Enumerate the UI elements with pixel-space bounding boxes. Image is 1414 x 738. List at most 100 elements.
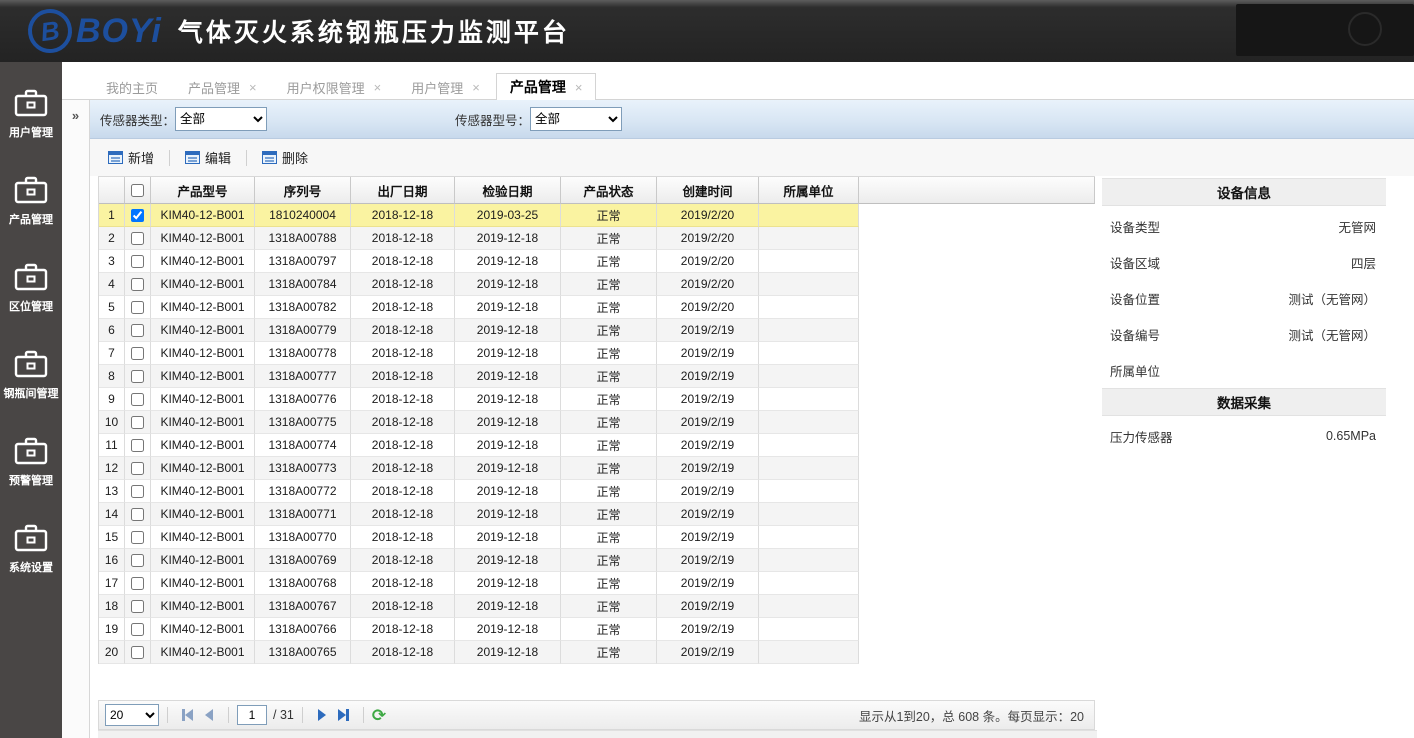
select-all-checkbox[interactable] <box>131 184 144 197</box>
collapse-panel-toggle[interactable]: » <box>62 100 90 738</box>
tab-close-icon[interactable]: × <box>575 80 583 95</box>
table-row[interactable]: 16 KIM40-12-B001 1318A00769 2018-12-18 2… <box>99 549 1095 572</box>
table-row[interactable]: 15 KIM40-12-B001 1318A00770 2018-12-18 2… <box>99 526 1095 549</box>
row-checkbox[interactable] <box>131 554 144 567</box>
row-checkbox[interactable] <box>131 485 144 498</box>
row-checkbox[interactable] <box>131 531 144 544</box>
table-row[interactable]: 1 KIM40-12-B001 1810240004 2018-12-18 20… <box>99 204 1095 227</box>
row-checkbox[interactable] <box>131 462 144 475</box>
sensor-model-select[interactable]: 全部 <box>530 107 622 131</box>
page-number-input[interactable] <box>237 705 267 725</box>
row-checkbox[interactable] <box>131 393 144 406</box>
refresh-icon[interactable]: ⟳ <box>372 707 386 724</box>
row-checkbox[interactable] <box>131 209 144 222</box>
row-checkbox[interactable] <box>131 623 144 636</box>
horizontal-scrollbar[interactable] <box>98 730 1097 738</box>
cell-serial: 1318A00766 <box>255 618 351 641</box>
sidebar-item-4[interactable]: 预警管理 <box>0 436 62 523</box>
row-checkbox[interactable] <box>131 324 144 337</box>
row-checkbox[interactable] <box>131 439 144 452</box>
row-checkbox[interactable] <box>131 646 144 659</box>
cell-status: 正常 <box>561 434 657 457</box>
tab[interactable]: 用户权限管理 × <box>273 73 396 100</box>
row-checkbox[interactable] <box>131 508 144 521</box>
column-header-inspect-date[interactable]: 检验日期 <box>455 177 561 204</box>
table-row[interactable]: 6 KIM40-12-B001 1318A00779 2018-12-18 20… <box>99 319 1095 342</box>
edit-button[interactable]: 编辑 <box>179 145 237 170</box>
tab[interactable]: 用户管理 × <box>397 73 494 100</box>
row-checkbox[interactable] <box>131 278 144 291</box>
cell-unit <box>759 296 859 319</box>
row-checkbox[interactable] <box>131 347 144 360</box>
row-checkbox[interactable] <box>131 370 144 383</box>
cell-status: 正常 <box>561 618 657 641</box>
cell-status: 正常 <box>561 457 657 480</box>
cell-checkbox <box>125 480 151 503</box>
tab[interactable]: 我的主页 <box>92 73 172 100</box>
table-row[interactable]: 2 KIM40-12-B001 1318A00788 2018-12-18 20… <box>99 227 1095 250</box>
table-row[interactable]: 3 KIM40-12-B001 1318A00797 2018-12-18 20… <box>99 250 1095 273</box>
table-row[interactable]: 8 KIM40-12-B001 1318A00777 2018-12-18 20… <box>99 365 1095 388</box>
table-row[interactable]: 10 KIM40-12-B001 1318A00775 2018-12-18 2… <box>99 411 1095 434</box>
tab[interactable]: 产品管理 × <box>496 73 597 100</box>
table-row[interactable]: 7 KIM40-12-B001 1318A00778 2018-12-18 20… <box>99 342 1095 365</box>
cell-inspect-date: 2019-12-18 <box>455 618 561 641</box>
cell-model: KIM40-12-B001 <box>151 457 255 480</box>
cell-unit <box>759 227 859 250</box>
page-size-select[interactable]: 20 <box>105 704 159 726</box>
first-page-button[interactable] <box>176 704 198 726</box>
filter-bar: 传感器类型： 全部 传感器型号： 全部 <box>90 100 1414 139</box>
tab-close-icon[interactable]: × <box>472 80 480 95</box>
briefcase-icon <box>13 262 49 292</box>
cell-unit <box>759 572 859 595</box>
delete-button[interactable]: 删除 <box>256 145 314 170</box>
add-button[interactable]: 新增 <box>102 145 160 170</box>
table-row[interactable]: 12 KIM40-12-B001 1318A00773 2018-12-18 2… <box>99 457 1095 480</box>
sensor-type-select[interactable]: 全部 <box>175 107 267 131</box>
column-header-status[interactable]: 产品状态 <box>561 177 657 204</box>
cell-created: 2019/2/19 <box>657 411 759 434</box>
row-checkbox[interactable] <box>131 301 144 314</box>
last-page-button[interactable] <box>333 704 355 726</box>
column-header-created[interactable]: 创建时间 <box>657 177 759 204</box>
row-checkbox[interactable] <box>131 416 144 429</box>
column-header-serial[interactable]: 序列号 <box>255 177 351 204</box>
table-row[interactable]: 9 KIM40-12-B001 1318A00776 2018-12-18 20… <box>99 388 1095 411</box>
cell-unit <box>759 388 859 411</box>
sidebar-item-0[interactable]: 用户管理 <box>0 88 62 175</box>
row-checkbox[interactable] <box>131 600 144 613</box>
sidebar-item-1[interactable]: 产品管理 <box>0 175 62 262</box>
cell-model: KIM40-12-B001 <box>151 480 255 503</box>
table-row[interactable]: 18 KIM40-12-B001 1318A00767 2018-12-18 2… <box>99 595 1095 618</box>
table-row[interactable]: 13 KIM40-12-B001 1318A00772 2018-12-18 2… <box>99 480 1095 503</box>
boyi-logo-text: BOYi <box>76 12 162 51</box>
column-header-model[interactable]: 产品型号 <box>151 177 255 204</box>
tab[interactable]: 产品管理 × <box>174 73 271 100</box>
table-row[interactable]: 14 KIM40-12-B001 1318A00771 2018-12-18 2… <box>99 503 1095 526</box>
cell-inspect-date: 2019-12-18 <box>455 227 561 250</box>
cell-model: KIM40-12-B001 <box>151 250 255 273</box>
cell-created: 2019/2/20 <box>657 250 759 273</box>
sidebar-item-3[interactable]: 钢瓶间管理 <box>0 349 62 436</box>
row-checkbox[interactable] <box>131 232 144 245</box>
table-row[interactable]: 19 KIM40-12-B001 1318A00766 2018-12-18 2… <box>99 618 1095 641</box>
cell-unit <box>759 480 859 503</box>
table-row[interactable]: 17 KIM40-12-B001 1318A00768 2018-12-18 2… <box>99 572 1095 595</box>
prev-page-button[interactable] <box>198 704 220 726</box>
tab-close-icon[interactable]: × <box>374 80 382 95</box>
row-checkbox[interactable] <box>131 255 144 268</box>
table-row[interactable]: 11 KIM40-12-B001 1318A00774 2018-12-18 2… <box>99 434 1095 457</box>
cell-created: 2019/2/20 <box>657 273 759 296</box>
table-row[interactable]: 5 KIM40-12-B001 1318A00782 2018-12-18 20… <box>99 296 1095 319</box>
sidebar-item-2[interactable]: 区位管理 <box>0 262 62 349</box>
tab-close-icon[interactable]: × <box>249 80 257 95</box>
cell-inspect-date: 2019-12-18 <box>455 250 561 273</box>
next-page-button[interactable] <box>311 704 333 726</box>
column-header-unit[interactable]: 所属单位 <box>759 177 859 204</box>
row-checkbox[interactable] <box>131 577 144 590</box>
table-row[interactable]: 20 KIM40-12-B001 1318A00765 2018-12-18 2… <box>99 641 1095 664</box>
column-header-mfg-date[interactable]: 出厂日期 <box>351 177 455 204</box>
cell-mfg-date: 2018-12-18 <box>351 480 455 503</box>
table-row[interactable]: 4 KIM40-12-B001 1318A00784 2018-12-18 20… <box>99 273 1095 296</box>
sidebar-item-5[interactable]: 系统设置 <box>0 523 62 610</box>
